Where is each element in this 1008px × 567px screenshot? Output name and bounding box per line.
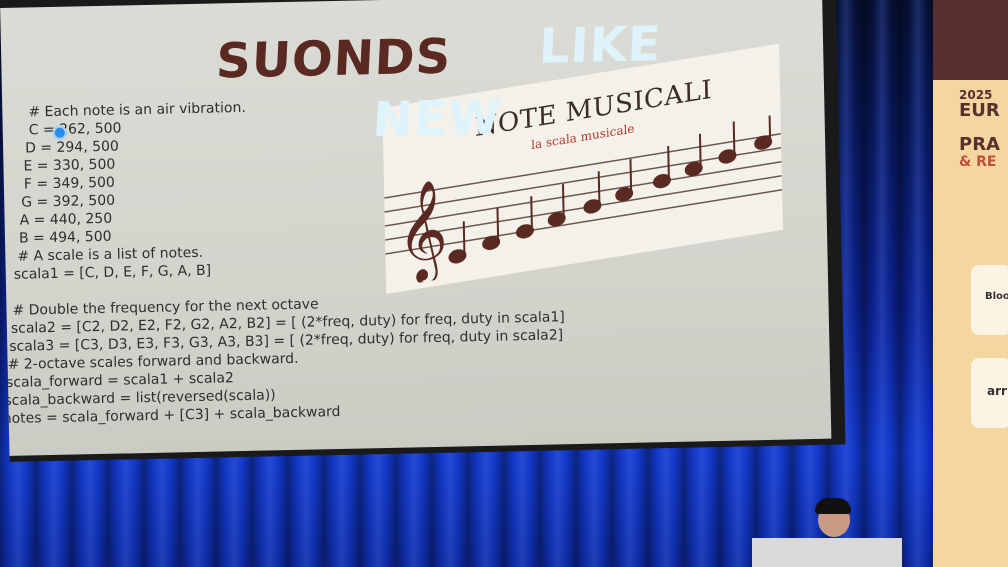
slide-title-word-3: NEW xyxy=(371,89,503,149)
code-line: A = 440, 250 xyxy=(19,210,113,229)
projector-screen: SUONDS LIKE NOTE MUSICALI la scala music… xyxy=(0,0,832,456)
conference-banner: 2025 EUR PRA & RE Bloo arr xyxy=(933,0,1008,567)
code-line: G = 392, 500 xyxy=(21,192,116,211)
projector-screen-frame: SUONDS LIKE NOTE MUSICALI la scala music… xyxy=(0,0,846,462)
banner-line-1: EUR xyxy=(959,100,1000,121)
sponsor-2-label: arr xyxy=(987,384,1007,398)
code-line: D = 294, 500 xyxy=(24,138,120,157)
code-line: # 2-octave scales forward and backward. xyxy=(7,350,299,373)
speaker-cap xyxy=(815,498,851,514)
code-line: scala1 = [C, D, E, F, G, A, B] xyxy=(13,262,212,283)
code-line: scala_forward = scala1 + scala2 xyxy=(5,370,235,391)
sponsor-1-label: Bloo xyxy=(985,291,1008,302)
pointer-cursor-icon xyxy=(52,125,67,140)
code-line: F = 349, 500 xyxy=(23,174,116,193)
code-line: B = 494, 500 xyxy=(18,228,112,247)
speaker-podium xyxy=(752,538,902,567)
code-line: E = 330, 500 xyxy=(23,156,116,175)
sponsor-card-2: arr xyxy=(971,358,1008,428)
sponsor-card-1: Bloo xyxy=(971,265,1008,335)
code-line: # Each note is an air vibration. xyxy=(28,99,246,121)
treble-clef-icon: 𝄞 xyxy=(396,177,449,288)
banner-line-3: & RE xyxy=(959,154,997,170)
slide-title-word-1: SUONDS xyxy=(214,28,453,90)
banner-artwork xyxy=(933,0,1008,80)
banner-line-2: PRA xyxy=(959,134,1000,155)
code-line: C = 262, 500 xyxy=(28,120,122,139)
code-line: # A scale is a list of notes. xyxy=(17,244,204,265)
